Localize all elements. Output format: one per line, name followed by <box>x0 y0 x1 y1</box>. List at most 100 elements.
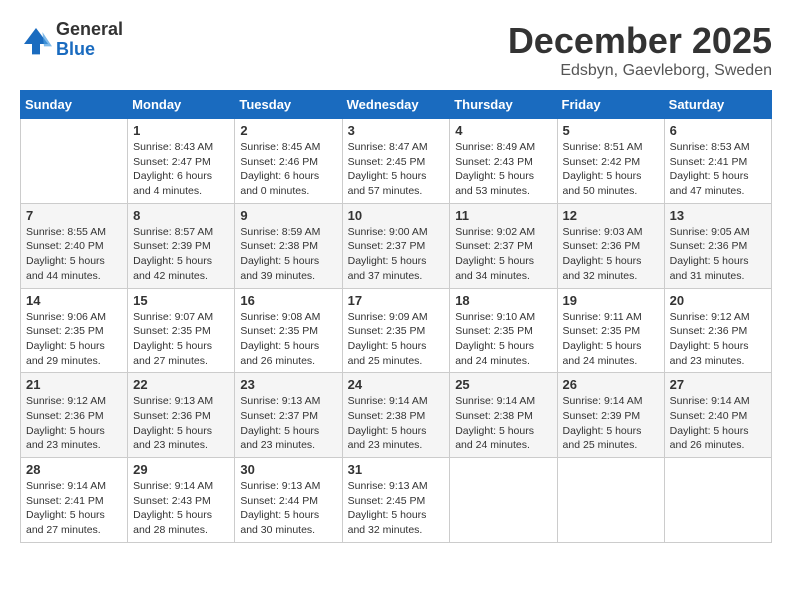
calendar-header-thursday: Thursday <box>450 91 557 119</box>
logo-text: General Blue <box>56 20 123 60</box>
day-number: 15 <box>133 293 229 308</box>
day-number: 17 <box>348 293 445 308</box>
day-number: 10 <box>348 208 445 223</box>
calendar-week-5: 28 Sunrise: 9:14 AM Sunset: 2:41 PM Dayli… <box>21 458 772 543</box>
calendar-week-2: 7Sunrise: 8:55 AM Sunset: 2:40 PM Daylig… <box>21 203 772 288</box>
logo-icon <box>20 24 52 56</box>
calendar-cell: 26 Sunrise: 9:14 AM Sunset: 2:39 PM Dayli… <box>557 373 664 458</box>
calendar-cell: 13 Sunrise: 9:05 AM Sunset: 2:36 PM Dayli… <box>664 203 771 288</box>
calendar-cell: 10 Sunrise: 9:00 AM Sunset: 2:37 PM Dayli… <box>342 203 450 288</box>
calendar-cell <box>450 458 557 543</box>
calendar-cell: 14Sunrise: 9:06 AM Sunset: 2:35 PM Dayli… <box>21 288 128 373</box>
day-number: 28 <box>26 462 122 477</box>
calendar-cell: 28 Sunrise: 9:14 AM Sunset: 2:41 PM Dayli… <box>21 458 128 543</box>
day-number: 12 <box>563 208 659 223</box>
day-info: Sunrise: 9:13 AM Sunset: 2:36 PM Dayligh… <box>133 394 229 453</box>
calendar-header-monday: Monday <box>128 91 235 119</box>
day-number: 6 <box>670 123 766 138</box>
day-number: 25 <box>455 377 551 392</box>
day-info: Sunrise: 9:05 AM Sunset: 2:36 PM Dayligh… <box>670 225 766 284</box>
logo-general-text: General <box>56 20 123 40</box>
day-info: Sunrise: 9:14 AM Sunset: 2:41 PM Dayligh… <box>26 479 122 538</box>
day-info: Sunrise: 9:09 AM Sunset: 2:35 PM Dayligh… <box>348 310 445 369</box>
calendar: SundayMondayTuesdayWednesdayThursdayFrid… <box>20 90 772 543</box>
calendar-cell: 19 Sunrise: 9:11 AM Sunset: 2:35 PM Dayli… <box>557 288 664 373</box>
day-number: 5 <box>563 123 659 138</box>
day-info: Sunrise: 8:49 AM Sunset: 2:43 PM Dayligh… <box>455 140 551 199</box>
day-number: 2 <box>240 123 336 138</box>
calendar-cell: 22Sunrise: 9:13 AM Sunset: 2:36 PM Dayli… <box>128 373 235 458</box>
day-info: Sunrise: 8:59 AM Sunset: 2:38 PM Dayligh… <box>240 225 336 284</box>
calendar-week-3: 14Sunrise: 9:06 AM Sunset: 2:35 PM Dayli… <box>21 288 772 373</box>
day-info: Sunrise: 9:07 AM Sunset: 2:35 PM Dayligh… <box>133 310 229 369</box>
calendar-cell: 2Sunrise: 8:45 AM Sunset: 2:46 PM Daylig… <box>235 119 342 204</box>
day-info: Sunrise: 8:51 AM Sunset: 2:42 PM Dayligh… <box>563 140 659 199</box>
calendar-header-friday: Friday <box>557 91 664 119</box>
calendar-cell: 20Sunrise: 9:12 AM Sunset: 2:36 PM Dayli… <box>664 288 771 373</box>
calendar-cell: 17 Sunrise: 9:09 AM Sunset: 2:35 PM Dayli… <box>342 288 450 373</box>
calendar-cell: 31 Sunrise: 9:13 AM Sunset: 2:45 PM Dayli… <box>342 458 450 543</box>
day-info: Sunrise: 9:12 AM Sunset: 2:36 PM Dayligh… <box>26 394 122 453</box>
calendar-cell: 8Sunrise: 8:57 AM Sunset: 2:39 PM Daylig… <box>128 203 235 288</box>
calendar-cell: 23Sunrise: 9:13 AM Sunset: 2:37 PM Dayli… <box>235 373 342 458</box>
day-number: 13 <box>670 208 766 223</box>
day-number: 19 <box>563 293 659 308</box>
calendar-header-row: SundayMondayTuesdayWednesdayThursdayFrid… <box>21 91 772 119</box>
calendar-cell: 27Sunrise: 9:14 AM Sunset: 2:40 PM Dayli… <box>664 373 771 458</box>
day-number: 16 <box>240 293 336 308</box>
day-number: 30 <box>240 462 336 477</box>
calendar-cell: 5 Sunrise: 8:51 AM Sunset: 2:42 PM Daylig… <box>557 119 664 204</box>
day-info: Sunrise: 9:14 AM Sunset: 2:38 PM Dayligh… <box>348 394 445 453</box>
calendar-cell: 16 Sunrise: 9:08 AM Sunset: 2:35 PM Dayli… <box>235 288 342 373</box>
day-number: 3 <box>348 123 445 138</box>
day-info: Sunrise: 9:00 AM Sunset: 2:37 PM Dayligh… <box>348 225 445 284</box>
header: General Blue December 2025 Edsbyn, Gaevl… <box>20 20 772 80</box>
day-info: Sunrise: 8:57 AM Sunset: 2:39 PM Dayligh… <box>133 225 229 284</box>
day-number: 11 <box>455 208 551 223</box>
calendar-cell <box>21 119 128 204</box>
calendar-cell: 3 Sunrise: 8:47 AM Sunset: 2:45 PM Daylig… <box>342 119 450 204</box>
day-info: Sunrise: 9:06 AM Sunset: 2:35 PM Dayligh… <box>26 310 122 369</box>
day-number: 26 <box>563 377 659 392</box>
logo-blue-text: Blue <box>56 40 123 60</box>
title-area: December 2025 Edsbyn, Gaevleborg, Sweden <box>508 20 772 80</box>
calendar-cell: 4Sunrise: 8:49 AM Sunset: 2:43 PM Daylig… <box>450 119 557 204</box>
day-info: Sunrise: 9:08 AM Sunset: 2:35 PM Dayligh… <box>240 310 336 369</box>
day-info: Sunrise: 9:12 AM Sunset: 2:36 PM Dayligh… <box>670 310 766 369</box>
day-number: 29 <box>133 462 229 477</box>
calendar-cell: 12 Sunrise: 9:03 AM Sunset: 2:36 PM Dayli… <box>557 203 664 288</box>
day-number: 27 <box>670 377 766 392</box>
calendar-week-4: 21 Sunrise: 9:12 AM Sunset: 2:36 PM Dayli… <box>21 373 772 458</box>
day-number: 9 <box>240 208 336 223</box>
calendar-cell: 9 Sunrise: 8:59 AM Sunset: 2:38 PM Daylig… <box>235 203 342 288</box>
day-number: 24 <box>348 377 445 392</box>
day-info: Sunrise: 9:03 AM Sunset: 2:36 PM Dayligh… <box>563 225 659 284</box>
day-info: Sunrise: 9:14 AM Sunset: 2:39 PM Dayligh… <box>563 394 659 453</box>
calendar-cell: 21 Sunrise: 9:12 AM Sunset: 2:36 PM Dayli… <box>21 373 128 458</box>
day-info: Sunrise: 9:13 AM Sunset: 2:45 PM Dayligh… <box>348 479 445 538</box>
calendar-cell: 25 Sunrise: 9:14 AM Sunset: 2:38 PM Dayli… <box>450 373 557 458</box>
day-number: 21 <box>26 377 122 392</box>
calendar-header-tuesday: Tuesday <box>235 91 342 119</box>
calendar-cell: 11 Sunrise: 9:02 AM Sunset: 2:37 PM Dayli… <box>450 203 557 288</box>
calendar-cell: 1Sunrise: 8:43 AM Sunset: 2:47 PM Daylig… <box>128 119 235 204</box>
day-info: Sunrise: 8:53 AM Sunset: 2:41 PM Dayligh… <box>670 140 766 199</box>
day-number: 1 <box>133 123 229 138</box>
day-number: 31 <box>348 462 445 477</box>
calendar-header-wednesday: Wednesday <box>342 91 450 119</box>
day-info: Sunrise: 9:11 AM Sunset: 2:35 PM Dayligh… <box>563 310 659 369</box>
day-info: Sunrise: 9:14 AM Sunset: 2:43 PM Dayligh… <box>133 479 229 538</box>
day-info: Sunrise: 9:13 AM Sunset: 2:37 PM Dayligh… <box>240 394 336 453</box>
day-info: Sunrise: 9:02 AM Sunset: 2:37 PM Dayligh… <box>455 225 551 284</box>
calendar-cell: 6 Sunrise: 8:53 AM Sunset: 2:41 PM Daylig… <box>664 119 771 204</box>
day-info: Sunrise: 8:47 AM Sunset: 2:45 PM Dayligh… <box>348 140 445 199</box>
day-info: Sunrise: 9:10 AM Sunset: 2:35 PM Dayligh… <box>455 310 551 369</box>
month-title: December 2025 <box>508 20 772 62</box>
calendar-header-saturday: Saturday <box>664 91 771 119</box>
day-info: Sunrise: 9:14 AM Sunset: 2:38 PM Dayligh… <box>455 394 551 453</box>
day-info: Sunrise: 8:55 AM Sunset: 2:40 PM Dayligh… <box>26 225 122 284</box>
calendar-cell <box>664 458 771 543</box>
calendar-cell: 15 Sunrise: 9:07 AM Sunset: 2:35 PM Dayli… <box>128 288 235 373</box>
location-title: Edsbyn, Gaevleborg, Sweden <box>508 62 772 80</box>
calendar-cell: 24 Sunrise: 9:14 AM Sunset: 2:38 PM Dayli… <box>342 373 450 458</box>
